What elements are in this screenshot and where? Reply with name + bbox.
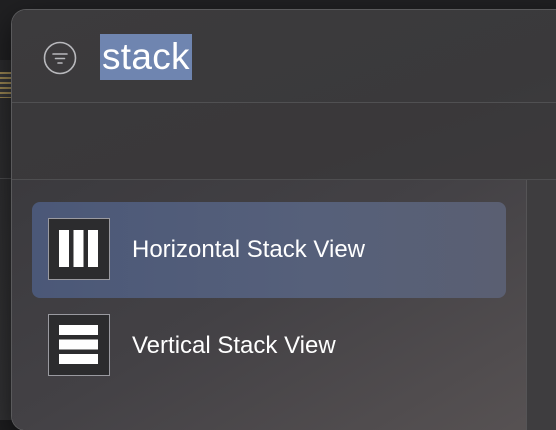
list-item-label: Horizontal Stack View [132, 236, 365, 263]
object-library-popover: stack Horizontal Stack View Vertical Sta… [12, 10, 556, 430]
list-item-horizontal-stack-view[interactable]: Horizontal Stack View [32, 202, 506, 298]
vertical-stack-icon [48, 314, 110, 376]
search-bar: stack [12, 10, 556, 103]
results-list: Horizontal Stack View Vertical Stack Vie… [12, 180, 526, 430]
library-toolbar [12, 103, 556, 180]
horizontal-stack-icon [48, 218, 110, 280]
search-input[interactable]: stack [100, 34, 192, 80]
scrollbar-track[interactable] [526, 180, 556, 430]
filter-icon[interactable] [43, 41, 77, 75]
list-item-vertical-stack-view[interactable]: Vertical Stack View [32, 298, 506, 394]
list-item-label: Vertical Stack View [132, 332, 336, 359]
